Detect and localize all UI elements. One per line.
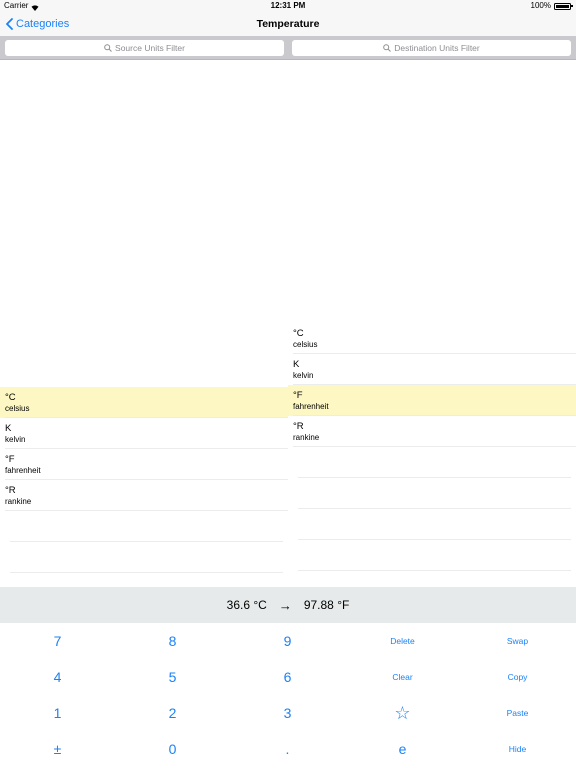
key-6[interactable]: 6: [230, 659, 345, 695]
destination-unit-row[interactable]: K kelvin: [288, 354, 576, 385]
search-icon: [104, 44, 112, 52]
unit-name: kelvin: [293, 371, 314, 380]
battery-group: 100%: [530, 0, 573, 12]
destination-unit-row[interactable]: °C celsius: [288, 323, 576, 354]
filter-bar: Source Units Filter Destination Units Fi…: [0, 36, 576, 60]
conversion-result-bar: 36.6 °C → 97.88 °F: [0, 587, 576, 623]
source-unit-row[interactable]: °C celsius: [0, 387, 288, 418]
source-filter-placeholder: Source Units Filter: [115, 43, 185, 53]
battery-icon: [554, 2, 573, 10]
status-bar: Carrier 12:31 PM 100%: [0, 0, 576, 12]
source-unit-row[interactable]: K kelvin: [0, 418, 288, 449]
unit-name: celsius: [5, 404, 30, 413]
unit-symbol: K: [5, 423, 12, 434]
unit-name: kelvin: [5, 435, 26, 444]
source-unit-row[interactable]: °F fahrenheit: [0, 449, 288, 480]
unit-name: celsius: [293, 340, 318, 349]
row-divider: [298, 570, 571, 571]
key-0[interactable]: 0: [115, 731, 230, 767]
empty-row: [0, 542, 288, 573]
destination-unit-row[interactable]: °R rankine: [288, 416, 576, 447]
exponent-key[interactable]: e: [345, 731, 460, 767]
unit-symbol: °F: [5, 454, 15, 465]
row-divider: [10, 572, 283, 573]
decimal-point-key[interactable]: .: [230, 731, 345, 767]
empty-row: [288, 540, 576, 571]
clear-button[interactable]: Clear: [345, 659, 460, 695]
destination-filter-placeholder: Destination Units Filter: [394, 43, 480, 53]
key-8[interactable]: 8: [115, 623, 230, 659]
favorite-star-icon[interactable]: ☆: [345, 695, 460, 731]
unit-symbol: K: [293, 359, 300, 370]
source-units-filter[interactable]: Source Units Filter: [5, 40, 284, 56]
destination-units-list[interactable]: °C celsius K kelvin °F fahrenheit °R ran…: [288, 61, 576, 587]
source-unit-row[interactable]: °R rankine: [0, 480, 288, 511]
key-4[interactable]: 4: [0, 659, 115, 695]
unit-symbol: °R: [293, 421, 304, 432]
hide-keypad-button[interactable]: Hide: [460, 731, 575, 767]
paste-button[interactable]: Paste: [460, 695, 575, 731]
key-7[interactable]: 7: [0, 623, 115, 659]
empty-row: [288, 509, 576, 540]
copy-button[interactable]: Copy: [460, 659, 575, 695]
keypad: 7 8 9 Delete Swap 4 5 6 Clear Copy 1 2 3…: [0, 623, 576, 768]
destination-units-filter[interactable]: Destination Units Filter: [292, 40, 571, 56]
unit-name: fahrenheit: [5, 466, 41, 475]
app-window: Carrier 12:31 PM 100% Categories Tempera…: [0, 0, 576, 768]
unit-symbol: °R: [5, 485, 16, 496]
source-units-list[interactable]: °C celsius K kelvin °F fahrenheit °R ran…: [0, 61, 288, 587]
unit-symbol: °C: [293, 328, 304, 339]
arrow-right-icon: →: [278, 597, 292, 613]
page-title: Temperature: [256, 18, 320, 30]
source-value: 36.6 °C: [226, 598, 267, 612]
key-2[interactable]: 2: [115, 695, 230, 731]
key-5[interactable]: 5: [115, 659, 230, 695]
unit-name: rankine: [293, 433, 320, 442]
unit-name: fahrenheit: [293, 402, 329, 411]
key-3[interactable]: 3: [230, 695, 345, 731]
empty-row: [288, 478, 576, 509]
search-icon: [383, 44, 392, 52]
empty-row: [0, 511, 288, 542]
delete-button[interactable]: Delete: [345, 623, 460, 659]
status-time: 12:31 PM: [270, 1, 306, 10]
unit-symbol: °C: [5, 392, 16, 403]
destination-value: 97.88 °F: [303, 598, 350, 612]
unit-symbol: °F: [293, 390, 303, 401]
empty-row: [288, 447, 576, 478]
battery-percent: 100%: [530, 1, 551, 10]
navigation-bar: Categories Temperature: [0, 12, 576, 36]
key-1[interactable]: 1: [0, 695, 115, 731]
destination-unit-row[interactable]: °F fahrenheit: [288, 385, 576, 416]
key-9[interactable]: 9: [230, 623, 345, 659]
plus-minus-key[interactable]: ±: [0, 731, 115, 767]
unit-name: rankine: [5, 497, 32, 506]
swap-button[interactable]: Swap: [460, 623, 575, 659]
